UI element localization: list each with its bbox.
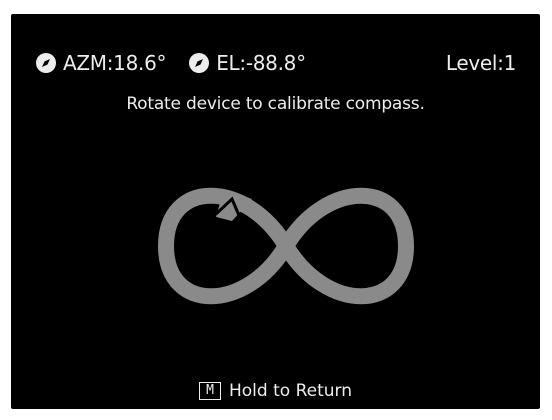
m-key-icon: M: [199, 382, 221, 400]
elevation-readout: EL:-88.8°: [188, 51, 306, 75]
return-label: Hold to Return: [229, 381, 352, 401]
compass-icon: [36, 53, 56, 73]
return-hint: M Hold to Return: [11, 381, 540, 401]
calibration-screen: AZM:18.6° EL:-88.8° Level:1 Rotate devic…: [11, 14, 540, 409]
level-value: Level:1: [445, 51, 516, 75]
level-indicator: Level:1: [446, 51, 516, 75]
figure-eight-rotation-icon: [157, 187, 415, 305]
compass-icon: [189, 53, 210, 73]
azimuth-readout: AZM:18.6°: [35, 51, 167, 75]
calibration-instruction: Rotate device to calibrate compass.: [126, 94, 425, 114]
elevation-value: EL:-88.8°: [216, 51, 306, 75]
azimuth-value: AZM:18.6°: [63, 51, 167, 75]
status-bar: AZM:18.6° EL:-88.8° Level:1: [35, 48, 516, 78]
